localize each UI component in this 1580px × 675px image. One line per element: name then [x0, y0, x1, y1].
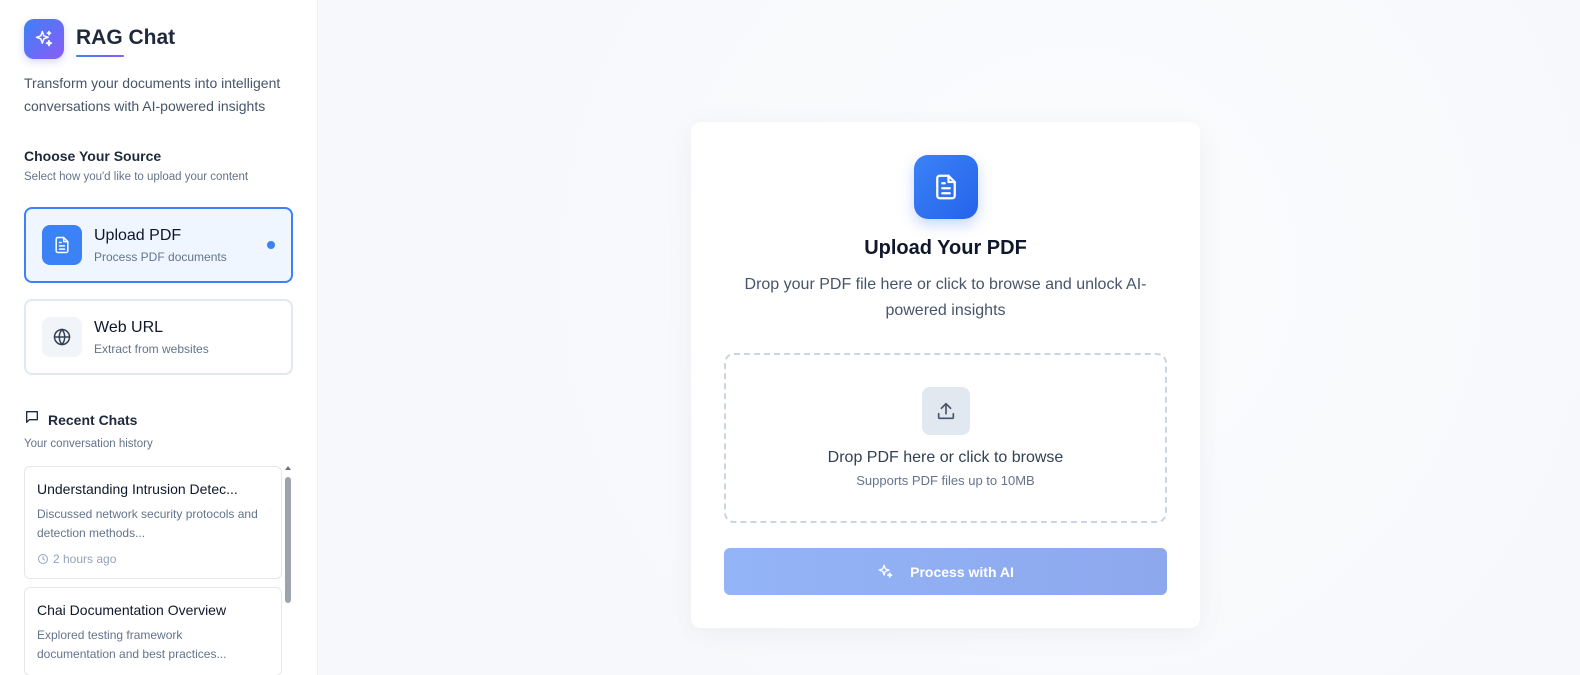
source-option-desc: Process PDF documents — [94, 249, 227, 264]
dropzone-title: Drop PDF here or click to browse — [827, 449, 1064, 466]
message-square-icon — [24, 409, 40, 430]
source-option-title: Web URL — [94, 318, 164, 336]
source-option-text: Web URL Extract from websites — [94, 319, 209, 356]
source-option-upload-pdf[interactable]: Upload PDF Process PDF documents — [24, 207, 293, 283]
chat-desc: Discussed network security protocols and… — [37, 507, 258, 540]
active-indicator — [267, 241, 275, 249]
chat-list-scrollbar[interactable] — [285, 466, 291, 675]
process-with-ai-button[interactable]: Process with AI — [724, 548, 1167, 595]
document-icon — [42, 225, 82, 265]
upload-description: Drop your PDF file here or click to brow… — [744, 276, 1147, 319]
source-section-title: Choose Your Source — [24, 148, 162, 164]
scroll-thumb[interactable] — [285, 477, 291, 603]
main-area: Upload Your PDF Drop your PDF file here … — [318, 0, 1580, 675]
recent-chats-title: Recent Chats — [48, 411, 138, 428]
scroll-up-arrow[interactable] — [285, 466, 291, 470]
pdf-dropzone[interactable]: Drop PDF here or click to browse Support… — [724, 353, 1167, 523]
dropzone-subtitle: Supports PDF files up to 10MB — [856, 473, 1035, 488]
source-option-title: Upload PDF — [94, 226, 182, 244]
app-title: RAG Chat — [76, 26, 175, 57]
recent-chats-header: Recent Chats — [24, 409, 293, 430]
chat-title: Understanding Intrusion Detec... — [37, 481, 238, 497]
app-root: RAG Chat Transform your documents into i… — [0, 0, 1580, 675]
source-section-subtitle: Select how you'd like to upload your con… — [24, 171, 249, 183]
chat-item[interactable]: Chai Documentation Overview Explored tes… — [24, 587, 282, 675]
sparkles-icon — [878, 564, 893, 578]
sidebar: RAG Chat Transform your documents into i… — [0, 0, 318, 675]
sparkles-icon — [24, 19, 64, 59]
brand: RAG Chat — [24, 19, 293, 59]
chat-item[interactable]: Understanding Intrusion Detec... Discuss… — [24, 466, 282, 579]
recent-chats-subtitle: Your conversation history — [24, 438, 153, 450]
chat-list: Understanding Intrusion Detec... Discuss… — [24, 466, 293, 675]
upload-panel: Upload Your PDF Drop your PDF file here … — [691, 122, 1200, 628]
document-icon — [913, 155, 978, 219]
source-option-text: Upload PDF Process PDF documents — [94, 227, 227, 264]
clock-icon — [38, 554, 48, 564]
source-option-web-url[interactable]: Web URL Extract from websites — [24, 299, 293, 375]
tagline: Transform your documents into intelligen… — [24, 75, 281, 114]
chat-title: Chai Documentation Overview — [37, 602, 227, 618]
source-option-desc: Extract from websites — [94, 341, 209, 356]
chat-time: 2 hours ago — [37, 552, 269, 566]
upload-title: Upload Your PDF — [864, 237, 1027, 259]
process-button-label: Process with AI — [910, 563, 1014, 580]
chat-time-label: 2 hours ago — [53, 552, 117, 566]
chat-desc: Explored testing framework documentation… — [37, 628, 227, 661]
upload-icon — [921, 387, 970, 435]
globe-icon — [42, 317, 82, 357]
